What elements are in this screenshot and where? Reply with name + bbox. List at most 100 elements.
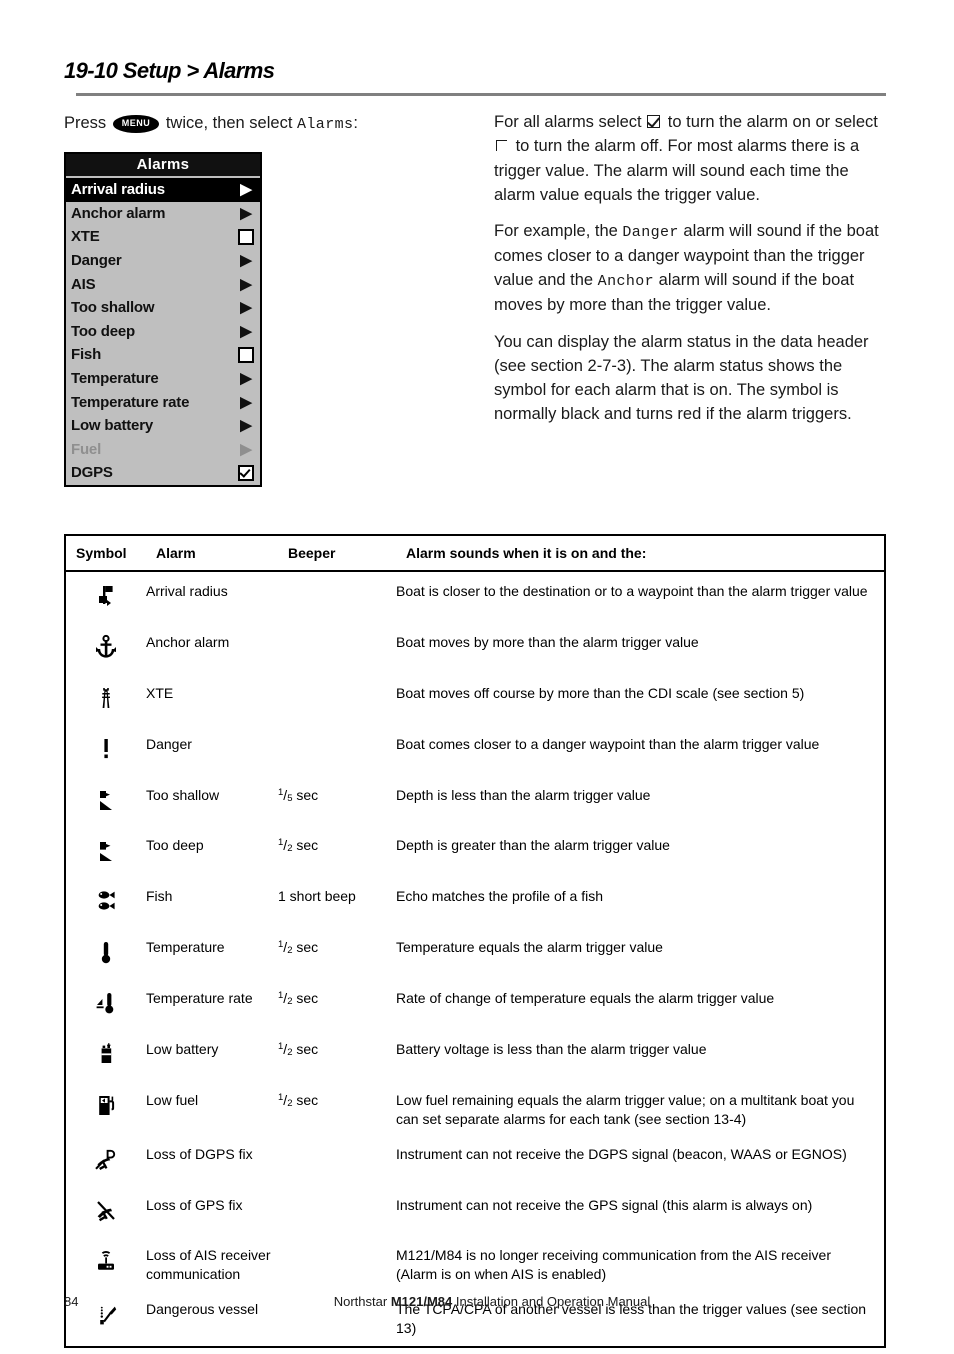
cell-symbol — [66, 836, 146, 871]
menu-item-fish[interactable]: Fish — [66, 343, 260, 367]
menu-item-label: Too deep — [71, 322, 135, 340]
device-alarms-menu[interactable]: Alarms Arrival radius ▶ Anchor alarm ▶ XTE Da… — [64, 152, 262, 487]
cell-alarm-name: Danger — [146, 735, 192, 752]
chevron-right-icon: ▶ — [240, 275, 252, 293]
table-row: Loss of GPS fix Instrument can not receiv… — [66, 1188, 884, 1239]
checkbox-unchecked-icon[interactable] — [238, 228, 254, 245]
danger-exclamation-icon — [93, 735, 119, 765]
battery-icon — [93, 1040, 119, 1070]
cell-alarm-name: Low battery — [146, 1041, 219, 1058]
cell-beeper: 1/2 sec — [278, 837, 319, 855]
cell-alarm-name: Fish — [146, 888, 173, 905]
page-title: 19-10 Setup > Alarms — [64, 58, 275, 83]
menu-item-dgps[interactable]: DGPS — [66, 461, 260, 485]
menu-item-label: AIS — [71, 275, 96, 293]
device-menu-list: Arrival radius ▶ Anchor alarm ▶ XTE Danger ▶ AI… — [66, 178, 260, 485]
chevron-right-icon: ▶ — [240, 440, 252, 458]
menu-item-danger[interactable]: Danger ▶ — [66, 249, 260, 273]
cell-symbol — [66, 582, 146, 617]
paragraph-alarm-toggle: For all alarms select to turn the alarm … — [494, 110, 886, 207]
cell-alarm-name: Too deep — [146, 837, 204, 854]
press-instruction: Press MENU twice, then select Alarms: — [64, 114, 358, 134]
temperature-rate-icon — [93, 989, 119, 1019]
arrival-radius-flag-icon — [93, 582, 119, 612]
menu-item-label: Anchor alarm — [71, 204, 166, 222]
body-copy: For all alarms select to turn the alarm … — [494, 110, 886, 439]
fuel-pump-icon — [93, 1091, 119, 1121]
table-row: Arrival radius Boat is closer to the dest… — [66, 572, 884, 625]
table-row: Too deep 1/2 sec Depth is greater than the… — [66, 828, 884, 879]
cell-alarm-name: Temperature rate — [146, 990, 253, 1007]
cell-alarm-name: XTE — [146, 684, 174, 701]
cell-alarm-name: Loss of DGPS fix — [146, 1145, 253, 1162]
press-text-pre: Press — [64, 114, 111, 132]
cell-alarm-name: Temperature — [146, 939, 225, 956]
checkbox-unchecked-icon — [495, 138, 510, 153]
checkbox-checked-icon — [647, 114, 662, 129]
chevron-right-icon: ▶ — [240, 204, 252, 222]
table-header-row: Symbol Alarm Beeper Alarm sounds when it… — [66, 536, 884, 572]
table-row: Loss of DGPS fix Instrument can not recei… — [66, 1137, 884, 1188]
cell-alarm-name: Loss of AIS receiver communication — [146, 1247, 271, 1283]
menu-item-label: Arrival radius — [71, 181, 165, 199]
chevron-right-icon: ▶ — [240, 393, 252, 411]
table-row: Too shallow 1/5 sec Depth is less than the… — [66, 778, 884, 829]
cell-description: Boat is closer to the destination or to … — [396, 583, 868, 599]
checkbox-checked-icon[interactable] — [238, 464, 254, 481]
loss-of-dgps-fix-icon — [93, 1145, 119, 1175]
menu-item-label: Fish — [71, 346, 102, 364]
footer-post: Installation and Operation Manual — [452, 1294, 651, 1309]
alarms-menu-word: Alarms — [297, 116, 354, 133]
cell-symbol — [66, 1145, 146, 1180]
header-beeper: Beeper — [288, 545, 336, 561]
cell-description: Depth is less than the alarm trigger val… — [396, 786, 651, 803]
chevron-right-icon: ▶ — [240, 322, 252, 340]
cell-beeper: 1/2 sec — [278, 1041, 319, 1059]
cell-symbol — [66, 1091, 146, 1126]
menu-item-too-shallow[interactable]: Too shallow ▶ — [66, 296, 260, 320]
cell-alarm-name: Too shallow — [146, 786, 220, 803]
menu-item-too-deep[interactable]: Too deep ▶ — [66, 320, 260, 344]
cell-symbol — [66, 938, 146, 973]
cell-alarm-name: Anchor alarm — [146, 633, 230, 650]
menu-item-label: DGPS — [71, 464, 113, 482]
cell-beeper: 1/5 sec — [278, 786, 319, 804]
chevron-right-icon: ▶ — [240, 252, 252, 270]
cell-symbol — [66, 633, 146, 668]
danger-keyword: Danger — [622, 224, 679, 241]
header-symbol: Symbol — [76, 545, 127, 561]
header-alarm: Alarm — [156, 545, 196, 561]
paragraph-alarm-status: You can display the alarm status in the … — [494, 332, 869, 424]
table-row: Temperature rate 1/2 sec Rate of change of… — [66, 981, 884, 1032]
cell-symbol — [66, 887, 146, 922]
chevron-right-icon: ▶ — [240, 417, 252, 435]
menu-item-label: XTE — [71, 228, 100, 246]
menu-item-ais[interactable]: AIS ▶ — [66, 272, 260, 296]
menu-item-arrival-radius[interactable]: Arrival radius ▶ — [66, 178, 260, 202]
too-deep-icon — [93, 836, 119, 866]
footer-model: M121/M84 — [390, 1294, 453, 1309]
menu-item-temperature[interactable]: Temperature ▶ — [66, 367, 260, 391]
cell-description: Depth is greater than the alarm trigger … — [396, 837, 670, 854]
menu-key-button[interactable]: MENU — [112, 115, 160, 133]
checkbox-unchecked-icon[interactable] — [238, 346, 254, 363]
cell-symbol — [66, 1246, 146, 1281]
table-row: Danger Boat comes closer to a danger wayp… — [66, 727, 884, 778]
p2-text-a: For example, the — [494, 222, 623, 240]
chevron-right-icon: ▶ — [240, 370, 252, 388]
p1-text-c: to turn the alarm off. For most alarms t… — [494, 137, 860, 204]
cell-symbol — [66, 786, 146, 821]
chevron-right-icon: ▶ — [240, 299, 252, 317]
xte-track-icon — [93, 684, 119, 714]
menu-item-xte[interactable]: XTE — [66, 225, 260, 249]
fish-icon — [93, 887, 119, 917]
footer-pre: Northstar — [333, 1294, 391, 1309]
menu-item-label: Temperature — [71, 370, 159, 388]
title-divider — [76, 93, 886, 96]
menu-item-temperature-rate[interactable]: Temperature rate ▶ — [66, 390, 260, 414]
loss-of-gps-fix-icon — [93, 1196, 119, 1226]
table-row: Low fuel 1/2 sec Low fuel remaining equals… — [66, 1083, 884, 1137]
menu-item-anchor-alarm[interactable]: Anchor alarm ▶ — [66, 202, 260, 226]
cell-beeper: 1/2 sec — [278, 1091, 319, 1109]
menu-item-low-battery[interactable]: Low battery ▶ — [66, 414, 260, 438]
